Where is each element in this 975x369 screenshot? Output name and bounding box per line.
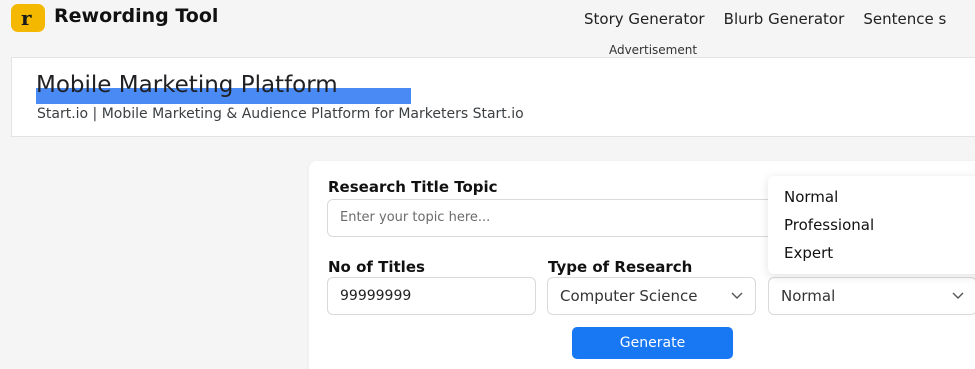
- ad-subtitle: Start.io | Mobile Marketing & Audience P…: [37, 106, 524, 122]
- brand-name[interactable]: Rewording Tool: [54, 5, 218, 27]
- nav-link-story-generator[interactable]: Story Generator: [584, 10, 705, 28]
- dropdown-option-normal[interactable]: Normal: [784, 188, 838, 206]
- chevron-down-icon: [731, 292, 743, 299]
- nav-link-blurb-generator[interactable]: Blurb Generator: [724, 10, 845, 28]
- logo-icon[interactable]: r: [11, 4, 45, 32]
- level-select[interactable]: Normal: [768, 277, 975, 315]
- topic-label: Research Title Topic: [328, 178, 498, 196]
- dropdown-option-expert[interactable]: Expert: [784, 244, 833, 262]
- top-nav: Story Generator Blurb Generator Sentence…: [584, 9, 960, 28]
- ad-title-wrap: Mobile Marketing Platform: [36, 72, 411, 104]
- generate-button[interactable]: Generate: [572, 327, 733, 359]
- logo-letter: r: [21, 6, 32, 30]
- research-type-select[interactable]: Computer Science: [547, 277, 756, 315]
- top-header: r Rewording Tool Story Generator Blurb G…: [0, 0, 975, 38]
- research-type-label: Type of Research: [548, 258, 693, 276]
- ad-title[interactable]: Mobile Marketing Platform: [36, 72, 338, 98]
- ad-banner[interactable]: Mobile Marketing Platform Start.io | Mob…: [11, 57, 975, 137]
- dropdown-option-professional[interactable]: Professional: [784, 216, 874, 234]
- nav-link-sentence[interactable]: Sentence s: [863, 10, 946, 28]
- level-value: Normal: [781, 287, 836, 305]
- advertisement-label: Advertisement: [608, 43, 698, 57]
- titles-count-label: No of Titles: [328, 258, 425, 276]
- research-type-value: Computer Science: [560, 287, 698, 305]
- chevron-down-icon: [952, 292, 964, 299]
- titles-count-input[interactable]: 99999999: [327, 277, 536, 315]
- level-dropdown-menu: Normal Professional Expert: [768, 176, 975, 274]
